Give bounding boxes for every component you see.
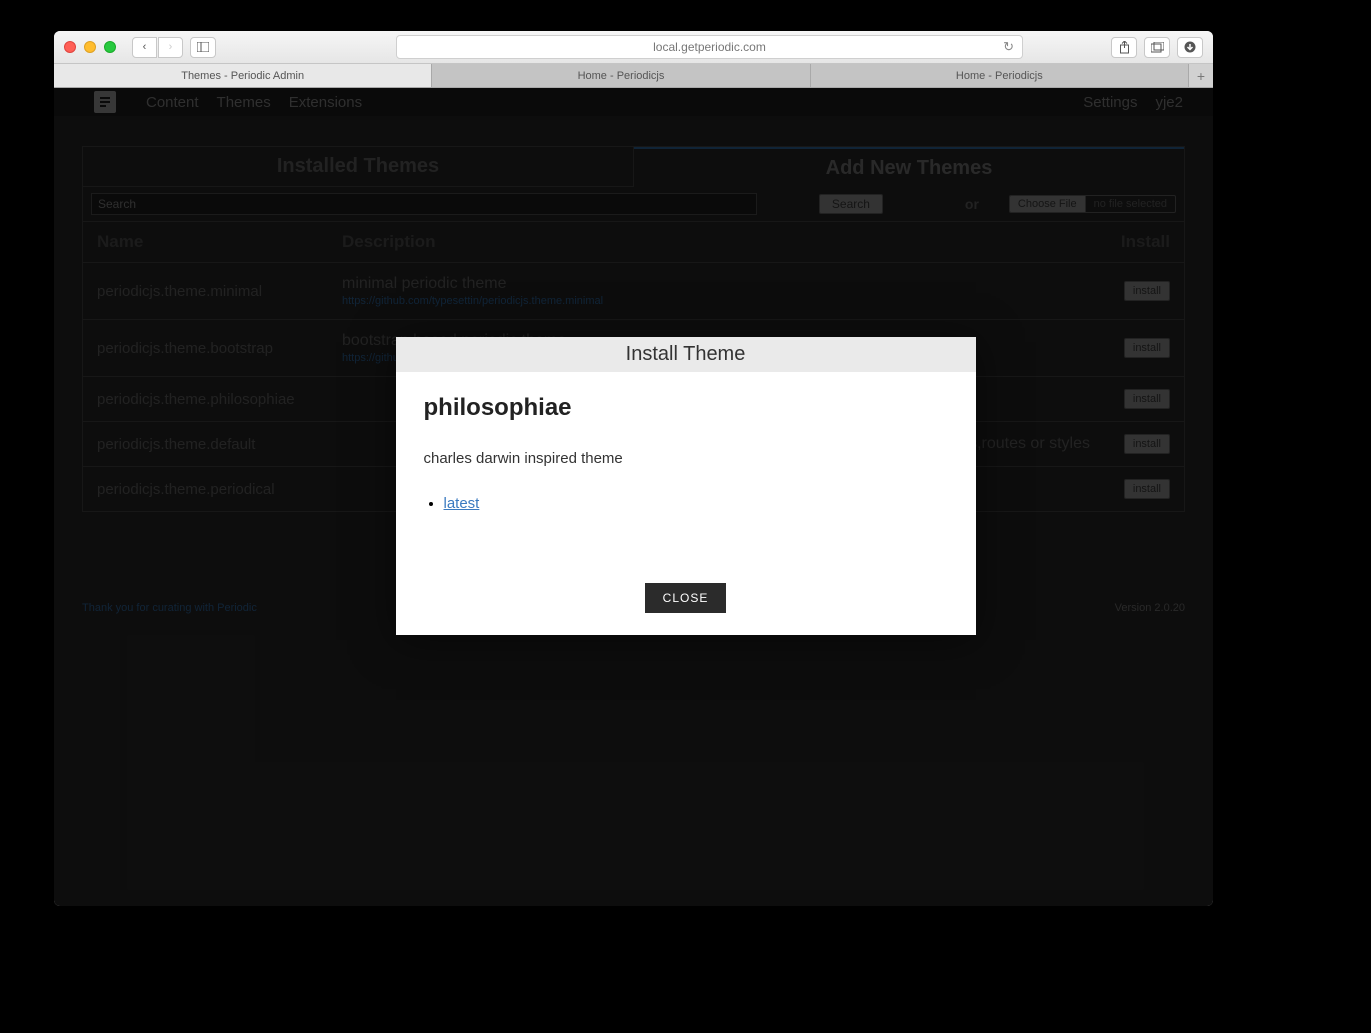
- tabs-icon: [1151, 42, 1164, 53]
- version-link-latest[interactable]: latest: [444, 495, 480, 512]
- close-button[interactable]: CLOSE: [645, 583, 727, 613]
- tab-label: Themes - Periodic Admin: [181, 70, 304, 82]
- modal-description: charles darwin inspired theme: [424, 450, 948, 467]
- reload-icon[interactable]: ↻: [1003, 39, 1014, 55]
- new-tab-button[interactable]: +: [1189, 64, 1213, 87]
- modal-footer: CLOSE: [396, 583, 976, 635]
- tabs-button[interactable]: [1144, 37, 1170, 58]
- browser-tab-1[interactable]: Home - Periodicjs: [432, 64, 810, 87]
- maximize-window-button[interactable]: [104, 41, 116, 53]
- traffic-lights: [64, 41, 116, 53]
- url-bar[interactable]: local.getperiodic.com ↻: [396, 35, 1023, 59]
- back-button[interactable]: ‹: [132, 37, 157, 58]
- tabs-bar: Themes - Periodic Admin Home - Periodicj…: [54, 64, 1213, 88]
- sidebar-toggle-button[interactable]: [190, 37, 216, 58]
- close-window-button[interactable]: [64, 41, 76, 53]
- url-text: local.getperiodic.com: [653, 40, 766, 54]
- toolbar-right: [1111, 37, 1203, 58]
- forward-button[interactable]: ›: [158, 37, 183, 58]
- nav-buttons: ‹ ›: [132, 37, 183, 58]
- browser-tab-0[interactable]: Themes - Periodic Admin: [54, 64, 432, 87]
- modal-version-list: latest: [424, 495, 948, 513]
- tab-label: Home - Periodicjs: [578, 70, 665, 82]
- modal-header: Install Theme: [396, 337, 976, 372]
- tab-label: Home - Periodicjs: [956, 70, 1043, 82]
- titlebar: ‹ › local.getperiodic.com ↻: [54, 31, 1213, 64]
- download-icon: [1184, 41, 1196, 53]
- share-button[interactable]: [1111, 37, 1137, 58]
- modal-title: philosophiae: [424, 394, 948, 422]
- install-theme-modal: Install Theme philosophiae charles darwi…: [396, 337, 976, 635]
- browser-tab-2[interactable]: Home - Periodicjs: [811, 64, 1189, 87]
- modal-body: philosophiae charles darwin inspired the…: [396, 372, 976, 583]
- sidebar-icon: [197, 42, 209, 52]
- downloads-button[interactable]: [1177, 37, 1203, 58]
- minimize-window-button[interactable]: [84, 41, 96, 53]
- share-icon: [1119, 41, 1130, 54]
